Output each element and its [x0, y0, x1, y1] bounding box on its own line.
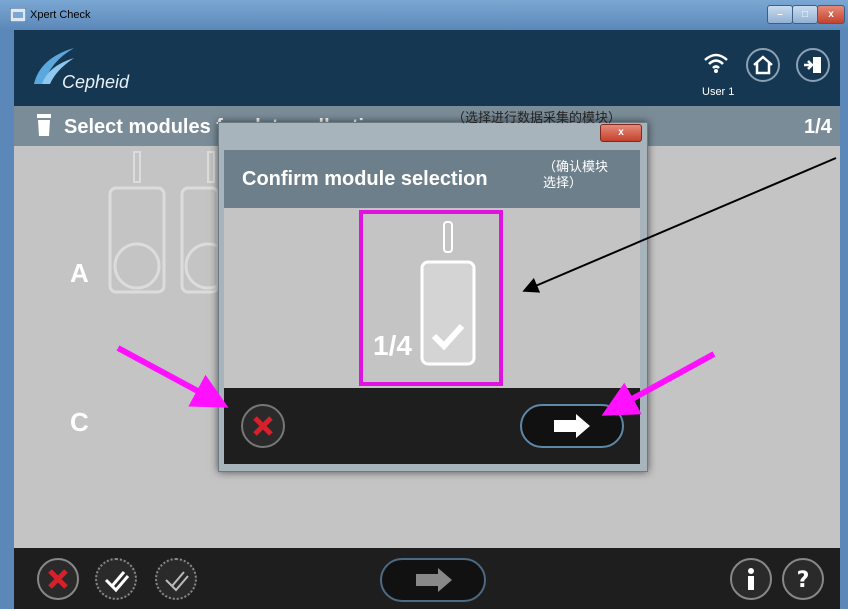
annotation-arrows — [116, 157, 837, 416]
arrow-to-module — [522, 157, 837, 293]
arrow-to-cancel — [116, 345, 229, 408]
arrow-to-confirm — [601, 351, 716, 416]
